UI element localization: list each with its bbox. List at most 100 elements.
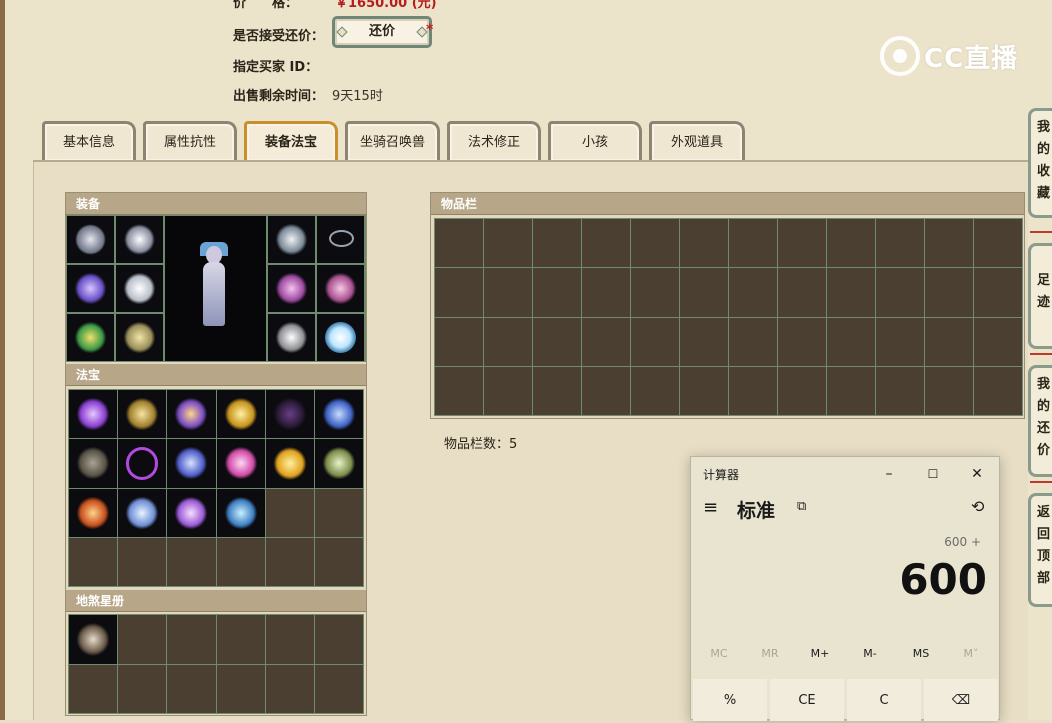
treasure-slot[interactable] <box>118 439 167 488</box>
close-icon[interactable]: ✕ <box>955 461 999 487</box>
tab-spell-mods[interactable]: 法术修正 <box>447 121 541 161</box>
equip-slot-charm[interactable] <box>67 314 114 361</box>
memory-recall-button[interactable]: MR <box>745 647 795 660</box>
treasure-slot[interactable] <box>265 390 314 439</box>
inventory-slot[interactable] <box>925 366 973 415</box>
minimize-icon[interactable]: – <box>867 461 911 487</box>
inventory-slot[interactable] <box>680 366 728 415</box>
inventory-slot[interactable] <box>729 366 777 415</box>
memory-list-button[interactable]: M˅ <box>946 647 996 660</box>
tab-mounts-pets[interactable]: 坐骑召唤兽 <box>345 121 440 161</box>
treasure-slot[interactable] <box>265 439 314 488</box>
equip-slot-earring[interactable] <box>317 265 364 312</box>
inventory-slot[interactable] <box>680 268 728 317</box>
inventory-slot[interactable] <box>435 219 483 268</box>
inventory-slot[interactable] <box>582 268 630 317</box>
treasure-slot[interactable] <box>69 488 118 537</box>
treasure-slot[interactable] <box>216 390 265 439</box>
inventory-slot[interactable] <box>778 219 826 268</box>
memory-store-button[interactable]: MS <box>896 647 946 660</box>
equip-slot-orb[interactable] <box>317 314 364 361</box>
equip-slot-robe[interactable] <box>116 265 163 312</box>
tab-attributes[interactable]: 属性抗性 <box>143 121 237 161</box>
haggle-button[interactable]: 还价 <box>332 16 432 48</box>
inventory-slot[interactable] <box>582 219 630 268</box>
inventory-slot[interactable] <box>484 268 532 317</box>
percent-key[interactable]: % <box>693 679 767 721</box>
inventory-slot[interactable] <box>484 366 532 415</box>
treasure-slot[interactable] <box>167 439 216 488</box>
equip-slot-pendant[interactable] <box>268 265 315 312</box>
inventory-slot[interactable] <box>484 317 532 366</box>
inventory-slot[interactable] <box>778 317 826 366</box>
inventory-slot[interactable] <box>925 317 973 366</box>
my-haggles-button[interactable]: 我 的 还 价 <box>1028 365 1052 477</box>
treasure-slot[interactable] <box>167 488 216 537</box>
treasure-slot[interactable] <box>118 488 167 537</box>
equip-slot-whip[interactable] <box>67 216 114 263</box>
keep-on-top-icon[interactable]: ⧉ <box>797 499 806 514</box>
inventory-slot[interactable] <box>827 366 875 415</box>
treasure-slot[interactable] <box>314 390 363 439</box>
treasure-slot[interactable] <box>167 390 216 439</box>
inventory-slot[interactable] <box>827 317 875 366</box>
inventory-slot[interactable] <box>631 317 679 366</box>
memory-add-button[interactable]: M+ <box>795 647 845 660</box>
inventory-slot[interactable] <box>974 268 1022 317</box>
inventory-slot[interactable] <box>533 317 581 366</box>
inventory-slot[interactable] <box>631 366 679 415</box>
memory-clear-button[interactable]: MC <box>694 647 744 660</box>
inventory-slot[interactable] <box>582 317 630 366</box>
inventory-slot[interactable] <box>729 268 777 317</box>
treasure-slot[interactable] <box>69 439 118 488</box>
inventory-slot[interactable] <box>876 219 924 268</box>
equip-slot-necklace[interactable] <box>317 216 364 263</box>
inventory-slot[interactable] <box>631 219 679 268</box>
treasure-slot[interactable] <box>118 390 167 439</box>
inventory-slot[interactable] <box>631 268 679 317</box>
inventory-slot[interactable] <box>876 366 924 415</box>
tab-children[interactable]: 小孩 <box>548 121 642 161</box>
inventory-slot[interactable] <box>533 366 581 415</box>
tab-basic-info[interactable]: 基本信息 <box>42 121 136 161</box>
equip-slot-boots[interactable] <box>116 314 163 361</box>
my-favorites-button[interactable]: 我 的 收 藏 <box>1028 108 1052 218</box>
inventory-slot[interactable] <box>680 219 728 268</box>
inventory-slot[interactable] <box>827 219 875 268</box>
inventory-slot[interactable] <box>729 317 777 366</box>
equip-slot-gloves[interactable] <box>67 265 114 312</box>
inventory-slot[interactable] <box>827 268 875 317</box>
equip-slot-horn[interactable] <box>116 216 163 263</box>
backspace-key[interactable]: ⌫ <box>924 679 998 721</box>
inventory-slot[interactable] <box>778 268 826 317</box>
constellation-slot[interactable] <box>69 615 118 664</box>
history-icon[interactable]: ⟲ <box>971 497 984 516</box>
treasure-slot[interactable] <box>216 488 265 537</box>
inventory-slot[interactable] <box>435 268 483 317</box>
treasure-slot[interactable] <box>216 439 265 488</box>
clear-entry-key[interactable]: CE <box>770 679 844 721</box>
back-to-top-button[interactable]: 返 回 顶 部 <box>1028 493 1052 607</box>
inventory-slot[interactable] <box>484 219 532 268</box>
inventory-slot[interactable] <box>680 317 728 366</box>
inventory-slot[interactable] <box>876 268 924 317</box>
inventory-slot[interactable] <box>778 366 826 415</box>
treasure-slot[interactable] <box>314 439 363 488</box>
inventory-slot[interactable] <box>435 366 483 415</box>
inventory-slot[interactable] <box>533 268 581 317</box>
footprints-button[interactable]: 足 迹 <box>1028 243 1052 349</box>
inventory-slot[interactable] <box>582 366 630 415</box>
equip-slot-ring[interactable] <box>268 314 315 361</box>
tab-appearance[interactable]: 外观道具 <box>649 121 745 161</box>
clear-key[interactable]: C <box>847 679 921 721</box>
tab-equipment[interactable]: 装备法宝 <box>244 121 338 161</box>
equip-slot-ribbon[interactable] <box>268 216 315 263</box>
inventory-slot[interactable] <box>925 219 973 268</box>
hamburger-menu-icon[interactable]: ≡ <box>703 497 718 518</box>
inventory-slot[interactable] <box>974 219 1022 268</box>
treasure-slot[interactable] <box>69 390 118 439</box>
inventory-slot[interactable] <box>876 317 924 366</box>
inventory-slot[interactable] <box>974 317 1022 366</box>
inventory-slot[interactable] <box>729 219 777 268</box>
inventory-slot[interactable] <box>974 366 1022 415</box>
